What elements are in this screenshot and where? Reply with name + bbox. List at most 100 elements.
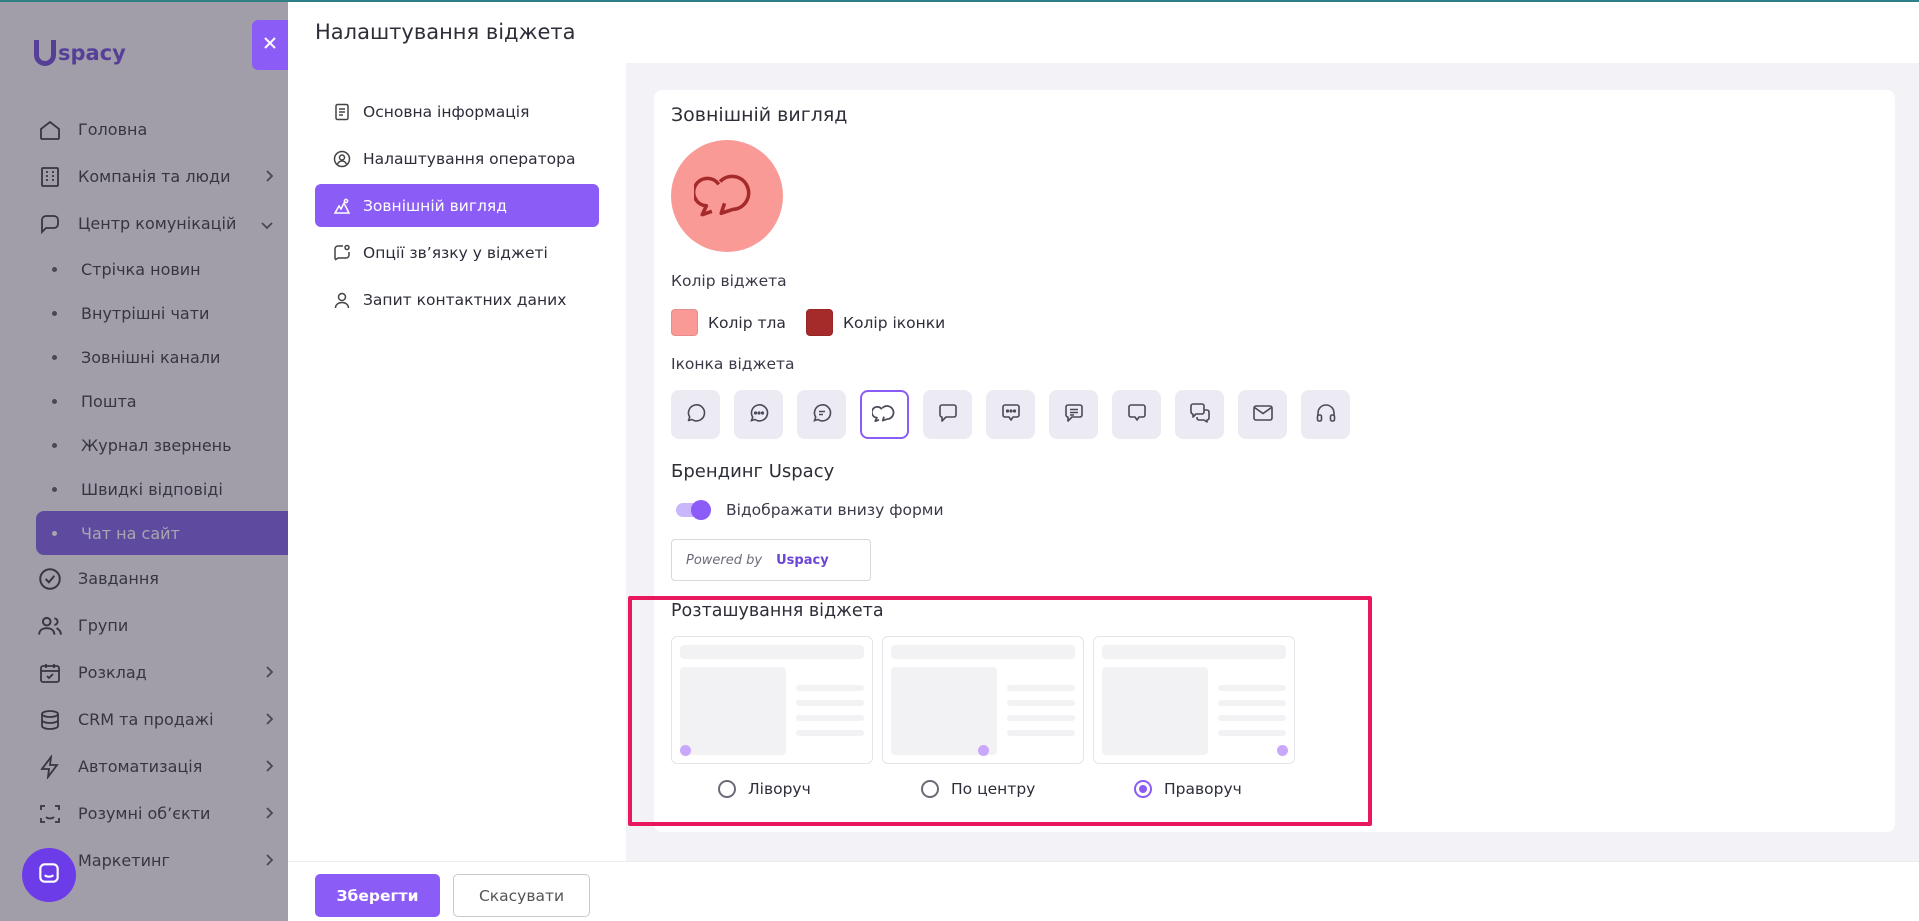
chat-bubbles-icon [691,161,760,231]
chevron-right-icon [264,758,274,777]
widget-color-label: Колір віджета [671,272,787,290]
icon-option-headphones[interactable] [1301,390,1350,439]
document-icon [333,103,351,121]
round-chat-icon [684,401,708,429]
close-drawer-button[interactable] [252,20,288,70]
position-option-right[interactable] [1093,636,1295,764]
groups-icon [36,612,64,640]
position-option-left[interactable] [671,636,873,764]
widget-preview [671,140,783,252]
widget-icon-options [671,390,1350,439]
nav-item-automation[interactable]: Автоматизація [36,743,288,790]
appearance-card: Зовнішній вигляд Колір віджета Колір тла… [654,90,1895,832]
position-dot-right [1277,745,1288,756]
app-sidebar: spacy Головна Компанія та люди Центр ком… [0,0,288,921]
icon-option-message-square[interactable] [1112,390,1161,439]
menu-item-contact-options[interactable]: Опції зв’язку у віджеті [315,231,599,274]
bg-color-picker[interactable]: Колір тла [671,309,786,336]
save-button[interactable]: Зберегти [315,874,440,917]
double-square-chat-icon [1188,401,1212,429]
subnav-item-requests-log[interactable]: Журнал звернень [36,423,288,467]
message-square-icon [1125,401,1149,429]
branding-toggle[interactable] [676,500,711,520]
user-circle-icon [333,150,351,168]
icon-option-dots-bubble[interactable] [734,390,783,439]
icon-option-double-square[interactable] [1175,390,1224,439]
subnav-item-internal-chats[interactable]: Внутрішні чати [36,291,288,335]
lightning-icon [36,753,64,781]
building-icon [36,163,64,191]
lines-chat-icon [810,401,834,429]
user-icon [333,291,351,309]
close-icon [262,35,278,55]
support-chat-button[interactable] [22,848,76,902]
icon-option-square-dots[interactable] [986,390,1035,439]
nav-item-groups[interactable]: Групи [36,602,288,649]
subnav-item-news[interactable]: Стрічка новин [36,247,288,291]
crm-icon [36,706,64,734]
icon-option-square-bubble[interactable] [923,390,972,439]
menu-item-appearance[interactable]: Зовнішній вигляд [315,184,599,227]
main-nav: Головна Компанія та люди Центр комунікац… [36,106,288,884]
icon-color-picker[interactable]: Колір іконки [806,309,945,336]
nav-item-communication[interactable]: Центр комунікацій [36,200,288,247]
tasks-icon [36,565,64,593]
position-dot-left [680,745,691,756]
communication-icon [36,210,64,238]
menu-item-operator-settings[interactable]: Налаштування оператора [315,137,599,180]
nav-item-company[interactable]: Компанія та люди [36,153,288,200]
chat-options-icon [333,244,351,262]
icon-option-lines-bubble[interactable] [797,390,846,439]
drawer-title: Налаштування віджета [315,20,576,44]
branding-toggle-label: Відображати внизу форми [726,501,944,519]
nav-item-schedule[interactable]: Розклад [36,649,288,696]
double-chat-icon [870,400,898,430]
widget-settings-drawer: Налаштування віджета Основна інформація … [288,0,1919,921]
icon-option-mail[interactable] [1238,390,1287,439]
home-icon [36,116,64,144]
position-dot-center [978,745,989,756]
nav-item-tasks[interactable]: Завдання [36,555,288,602]
subnav-item-external-channels[interactable]: Зовнішні канали [36,335,288,379]
subnav-item-quick-replies[interactable]: Швидкі відповіді [36,467,288,511]
powered-by-preview: Powered by Uspacy [671,539,871,581]
nav-item-smart-objects[interactable]: Розумні об’єкти [36,790,288,837]
branding-heading: Брендинг Uspacy [671,461,835,482]
position-radio-left[interactable]: Ліворуч [718,780,811,798]
icon-option-square-lines[interactable] [1049,390,1098,439]
chevron-right-icon [264,664,274,683]
position-radio-right[interactable]: Праворуч [1134,780,1242,798]
nav-item-home[interactable]: Головна [36,106,288,153]
position-radio-center[interactable]: По центру [921,780,1035,798]
subnav-item-mail[interactable]: Пошта [36,379,288,423]
drawer-header: Налаштування віджета [288,2,1919,63]
appearance-icon [333,197,351,215]
headphones-icon [1314,401,1338,429]
square-chat-icon [936,401,960,429]
cancel-button[interactable]: Скасувати [453,874,590,917]
square-lines-chat-icon [1062,401,1086,429]
calendar-icon [36,659,64,687]
chevron-right-icon [264,852,274,871]
menu-item-contact-request[interactable]: Запит контактних даних [315,278,599,321]
nav-item-crm[interactable]: CRM та продажі [36,696,288,743]
icon-option-double-bubble[interactable] [860,390,909,439]
smart-objects-icon [36,800,64,828]
chevron-down-icon [260,215,274,234]
appearance-heading: Зовнішній вигляд [671,104,848,126]
chat-icon [36,860,62,890]
widget-icon-label: Іконка віджета [671,355,795,373]
top-accent-line [0,0,1919,2]
mail-icon [1251,401,1275,429]
uspacy-logo: spacy [34,40,126,66]
position-option-center[interactable] [882,636,1084,764]
subnav-item-site-chat[interactable]: Чат на сайт [36,511,288,555]
chevron-right-icon [264,711,274,730]
chevron-right-icon [264,168,274,187]
icon-option-round-bubble[interactable] [671,390,720,439]
chevron-right-icon [264,805,274,824]
icon-color-swatch [806,309,833,336]
settings-menu: Основна інформація Налаштування оператор… [288,63,626,861]
menu-item-basic-info[interactable]: Основна інформація [315,90,599,133]
bg-color-swatch [671,309,698,336]
